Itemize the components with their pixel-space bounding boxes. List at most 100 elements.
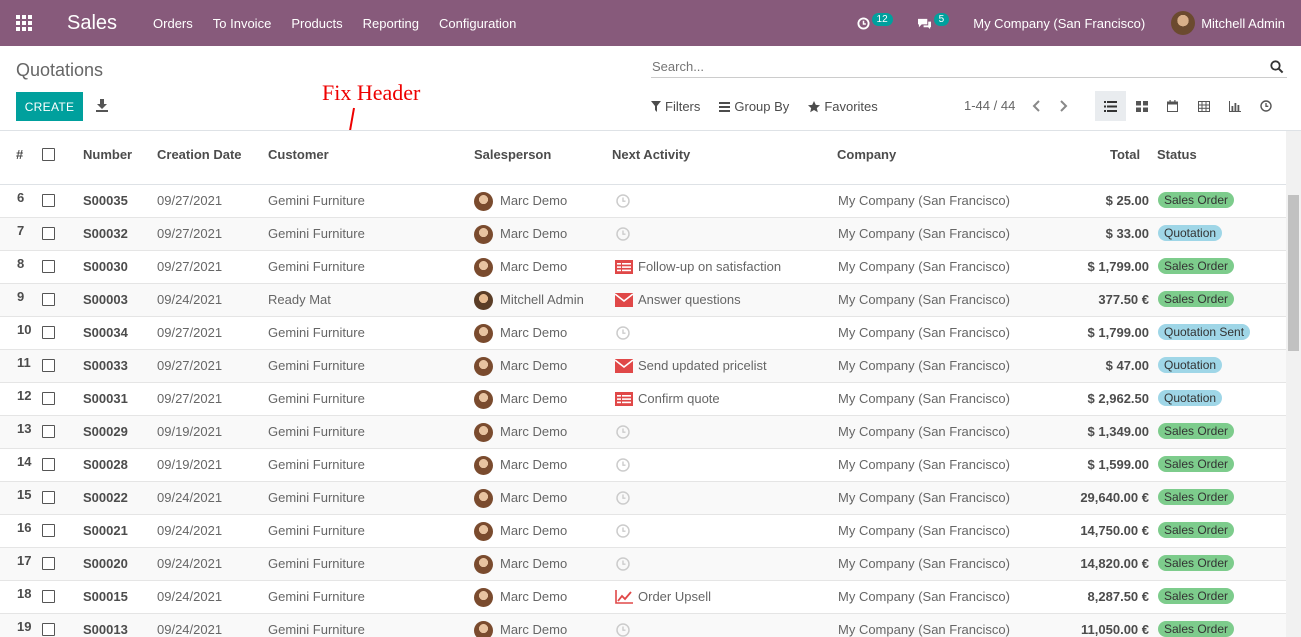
table-icon [1197,100,1210,112]
clock-icon[interactable] [616,458,634,472]
company: My Company (San Francisco) [838,259,1010,274]
row-checkbox[interactable] [42,623,55,636]
row-checkbox[interactable] [42,491,55,504]
row-checkbox[interactable] [42,260,55,273]
kanban-view-button[interactable] [1126,91,1157,121]
customer: Gemini Furniture [268,325,365,340]
column-company[interactable]: Company [837,147,896,162]
status-badge: Quotation [1158,390,1223,406]
row-checkbox[interactable] [42,458,55,471]
download-icon[interactable] [96,99,108,112]
company: My Company (San Francisco) [838,358,1010,373]
table-row[interactable]: 8 S00030 09/27/2021 Gemini Furniture Marc De… [0,251,1286,284]
clock-icon[interactable] [616,491,634,505]
row-checkbox[interactable] [42,557,55,570]
clock-icon[interactable] [616,557,634,571]
table-row[interactable]: 9 S00003 09/24/2021 Ready Mat Mitchell Admin… [0,284,1286,317]
pivot-view-button[interactable] [1188,91,1219,121]
chart-line-icon[interactable] [615,590,633,604]
customer: Gemini Furniture [268,424,365,439]
column-customer[interactable]: Customer [268,147,329,162]
row-checkbox[interactable] [42,425,55,438]
activity-button[interactable]: 12 [857,12,893,30]
column-salesperson[interactable]: Salesperson [474,147,551,162]
next-activity: Follow-up on satisfaction [638,259,782,274]
customer: Gemini Furniture [268,193,365,208]
group-by-button[interactable]: Group By [719,99,789,114]
table-row[interactable]: 7 S00032 09/27/2021 Gemini Furniture Marc De… [0,218,1286,251]
scrollbar-thumb[interactable] [1288,195,1299,351]
status-badge: Quotation [1158,357,1223,373]
chevron-right-icon[interactable] [1060,100,1068,112]
vertical-scrollbar[interactable] [1286,131,1301,637]
menu-configuration[interactable]: Configuration [439,16,516,31]
column-total[interactable]: Total [1110,147,1140,162]
salesperson: Marc Demo [500,259,568,274]
row-checkbox[interactable] [42,524,55,537]
calendar-view-button[interactable] [1157,91,1188,121]
creation-date: 09/24/2021 [157,523,223,538]
app-name[interactable]: Sales [67,12,117,35]
messages-button[interactable]: 5 [917,12,950,30]
graph-view-button[interactable] [1219,91,1250,121]
column-next-activity[interactable]: Next Activity [612,147,690,162]
next-activity: Confirm quote [638,391,720,406]
clock-icon[interactable] [616,194,634,208]
table-row[interactable]: 18 S00015 09/24/2021 Gemini Furniture Marc D… [0,581,1286,614]
select-all-checkbox[interactable] [42,148,55,161]
salesperson-avatar [474,390,493,409]
row-checkbox[interactable] [42,392,55,405]
clock-icon[interactable] [616,524,634,538]
salesperson-avatar [474,588,493,607]
customer: Gemini Furniture [268,556,365,571]
chevron-left-icon[interactable] [1032,100,1040,112]
row-checkbox[interactable] [42,359,55,372]
filters-button[interactable]: Filters [651,99,700,114]
table-row[interactable]: 13 S00029 09/19/2021 Gemini Furniture Marc D… [0,416,1286,449]
row-checkbox[interactable] [42,590,55,603]
clock-icon[interactable] [616,425,634,439]
creation-date: 09/27/2021 [157,226,223,241]
row-checkbox[interactable] [42,326,55,339]
table-row[interactable]: 11 S00033 09/27/2021 Gemini Furniture Marc D… [0,350,1286,383]
row-checkbox[interactable] [42,293,55,306]
create-button[interactable]: CREATE [16,92,83,121]
total: 8,287.50 € [1087,589,1149,604]
table-row[interactable]: 19 S00013 09/24/2021 Gemini Furniture Marc D… [0,614,1286,637]
row-checkbox[interactable] [42,227,55,240]
table-row[interactable]: 16 S00021 09/24/2021 Gemini Furniture Marc D… [0,515,1286,548]
table-row[interactable]: 15 S00022 09/24/2021 Gemini Furniture Marc D… [0,482,1286,515]
column-status[interactable]: Status [1157,147,1197,162]
table-row[interactable]: 14 S00028 09/19/2021 Gemini Furniture Marc D… [0,449,1286,482]
clock-icon[interactable] [616,623,634,637]
list-icon[interactable] [615,260,633,274]
search-input[interactable] [651,59,1270,74]
clock-icon[interactable] [616,326,634,340]
list-view-button[interactable] [1095,91,1126,121]
table-row[interactable]: 6 S00035 09/27/2021 Gemini Furniture Marc De… [0,185,1286,218]
search-icon[interactable] [1270,59,1284,74]
table-row[interactable]: 12 S00031 09/27/2021 Gemini Furniture Marc D… [0,383,1286,416]
activity-view-button[interactable] [1250,91,1281,121]
menu-to-invoice[interactable]: To Invoice [213,16,272,31]
bars-icon [719,101,731,112]
salesperson: Marc Demo [500,622,568,637]
favorites-button[interactable]: Favorites [808,99,878,114]
table-row[interactable]: 10 S00034 09/27/2021 Gemini Furniture Marc D… [0,317,1286,350]
row-checkbox[interactable] [42,194,55,207]
user-avatar[interactable] [1171,11,1196,35]
menu-orders[interactable]: Orders [153,16,193,31]
clock-icon[interactable] [616,227,634,241]
column-number[interactable]: Number [83,147,132,162]
column-creation-date[interactable]: Creation Date [157,147,242,162]
envelope-icon[interactable] [614,359,634,373]
user-menu[interactable]: Mitchell Admin [1201,16,1285,31]
envelope-icon[interactable] [614,293,634,307]
pager-value[interactable]: 1-44 / 44 [964,98,1015,113]
menu-products[interactable]: Products [291,16,342,31]
menu-reporting[interactable]: Reporting [363,16,419,31]
apps-menu-icon[interactable] [0,0,48,46]
list-icon[interactable] [615,392,633,406]
company-switcher[interactable]: My Company (San Francisco) [973,16,1145,31]
table-row[interactable]: 17 S00020 09/24/2021 Gemini Furniture Marc D… [0,548,1286,581]
